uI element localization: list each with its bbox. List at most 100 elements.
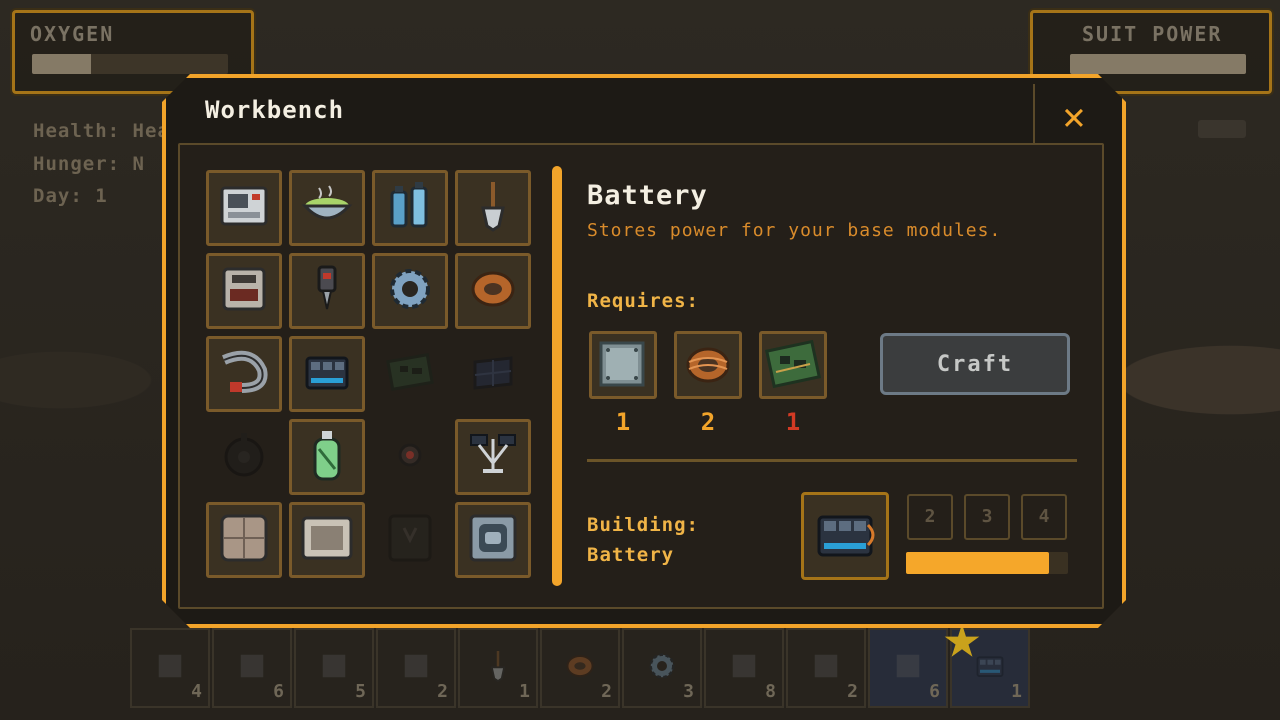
shovel-icon (478, 646, 518, 686)
build-progress-fill (906, 552, 1049, 574)
hotbar-slot-rocks[interactable]: 4 (130, 628, 210, 708)
requirement-metal-plate (589, 331, 657, 399)
hotbar-slot-anvil[interactable]: 2 (376, 628, 456, 708)
hotbar-count: 2 (601, 681, 612, 702)
recipe-slot-gear[interactable] (372, 253, 448, 329)
battery-icon (970, 646, 1010, 686)
recipe-slot-wall-panel[interactable] (289, 502, 365, 578)
anvil-icon (396, 646, 436, 686)
hotbar-slot-grass[interactable]: 5 (294, 628, 374, 708)
food-bowl-icon (295, 174, 359, 242)
hotbar-count: 5 (355, 681, 366, 702)
suit-power-bar (1070, 54, 1246, 74)
hotbar-slot-seed[interactable]: 2 (786, 628, 866, 708)
hotbar: 4 6 5 2 1 2 3 8 2 6 1 (130, 628, 1030, 708)
hotbar-count: 3 (683, 681, 694, 702)
requirement-copper-wire (674, 331, 742, 399)
rocks-icon (150, 646, 190, 686)
recipe-slot-shovel[interactable] (455, 170, 531, 246)
hotbar-count: 1 (1011, 681, 1022, 702)
recipe-scrollbar-thumb[interactable] (552, 166, 562, 586)
recipe-slot-battery[interactable] (289, 336, 365, 412)
queue-slot-3: 3 (964, 494, 1010, 540)
recipe-slot-hose[interactable] (206, 336, 282, 412)
recipe-slot-drill[interactable] (289, 253, 365, 329)
copper-wire-icon (560, 646, 600, 686)
flashlight-icon (1198, 120, 1246, 138)
metal-plate-icon (599, 341, 645, 387)
selected-item-description: Stores power for your base modules. (587, 220, 1002, 241)
recipe-slot-computer[interactable] (206, 170, 282, 246)
suit-power-label: SUIT POWER (1082, 22, 1223, 46)
boulder-icon (888, 646, 928, 686)
ore-icon (724, 646, 764, 686)
requirement-count-metal-plate: 1 (615, 408, 631, 436)
hotbar-slot-shovel[interactable]: 1 (458, 628, 538, 708)
recipe-slot-circuit-board[interactable] (372, 336, 448, 412)
recipe-slot-landmine[interactable] (206, 419, 282, 495)
building-item-name: Battery (587, 544, 675, 566)
craft-button[interactable]: Craft (880, 333, 1070, 395)
recipe-slot-floor-tile[interactable] (206, 502, 282, 578)
close-button[interactable]: ✕ (1052, 96, 1096, 136)
recipe-slot-copper-wire[interactable] (455, 253, 531, 329)
floor-tile-icon (212, 506, 276, 574)
close-separator (1033, 84, 1035, 144)
antenna-icon (461, 423, 525, 491)
machine-icon (212, 257, 276, 325)
hotbar-count: 2 (437, 681, 448, 702)
suit-power-bar-fill (1070, 54, 1246, 74)
hotbar-count: 8 (765, 681, 776, 702)
hotbar-count: 1 (519, 681, 530, 702)
recipe-slot-machine[interactable] (206, 253, 282, 329)
red-light-icon (378, 423, 442, 491)
requirement-count-circuit-board: 1 (785, 408, 801, 436)
building-label: Building: (587, 514, 699, 536)
hotbar-count: 6 (273, 681, 284, 702)
gear-icon (642, 646, 682, 686)
wall-panel-icon (295, 506, 359, 574)
battery-icon (295, 340, 359, 408)
day-stat: Day: 1 (33, 185, 108, 207)
recipe-slot-door[interactable] (372, 502, 448, 578)
recipe-slot-oxygen-tank[interactable] (289, 419, 365, 495)
hose-icon (212, 340, 276, 408)
recipe-slot-antenna[interactable] (455, 419, 531, 495)
airlock-icon (461, 506, 525, 574)
oxygen-bar-fill (32, 54, 91, 74)
drill-icon (295, 257, 359, 325)
oxygen-label: OXYGEN (30, 22, 115, 46)
battery-icon (817, 515, 875, 557)
queue-slot-4: 4 (1021, 494, 1067, 540)
circuit-board-icon (764, 339, 822, 389)
requirement-circuit-board (759, 331, 827, 399)
oxygen-tank-icon (295, 423, 359, 491)
water-bottles-icon (378, 174, 442, 242)
recipe-slot-water-bottles[interactable] (372, 170, 448, 246)
recipe-slot-solar-panel[interactable] (455, 336, 531, 412)
recipe-slot-red-light[interactable] (372, 419, 448, 495)
computer-icon (212, 174, 276, 242)
queue-slot-2: 2 (907, 494, 953, 540)
hotbar-slot-gear[interactable]: 3 (622, 628, 702, 708)
requirement-count-copper-wire: 2 (700, 408, 716, 436)
grass-icon (314, 646, 354, 686)
building-status: Building: Battery (587, 510, 699, 570)
selected-item-name: Battery (587, 180, 708, 211)
hotbar-slot-metal-plate[interactable]: 6 (212, 628, 292, 708)
building-item-slot[interactable] (801, 492, 889, 580)
detail-divider (587, 459, 1077, 462)
solar-panel-icon (461, 340, 525, 408)
hotbar-count: 6 (929, 681, 940, 702)
recipe-slot-airlock[interactable] (455, 502, 531, 578)
copper-wire-icon (461, 257, 525, 325)
hotbar-slot-boulder[interactable]: 6 (868, 628, 948, 708)
modal-title: Workbench (205, 96, 345, 124)
hotbar-count: 2 (847, 681, 858, 702)
hotbar-slot-copper-wire[interactable]: 2 (540, 628, 620, 708)
recipe-slot-food-bowl[interactable] (289, 170, 365, 246)
metal-plate-icon (232, 646, 272, 686)
hunger-stat: Hunger: N (33, 153, 145, 175)
gear-icon (378, 257, 442, 325)
hotbar-slot-ore[interactable]: 8 (704, 628, 784, 708)
